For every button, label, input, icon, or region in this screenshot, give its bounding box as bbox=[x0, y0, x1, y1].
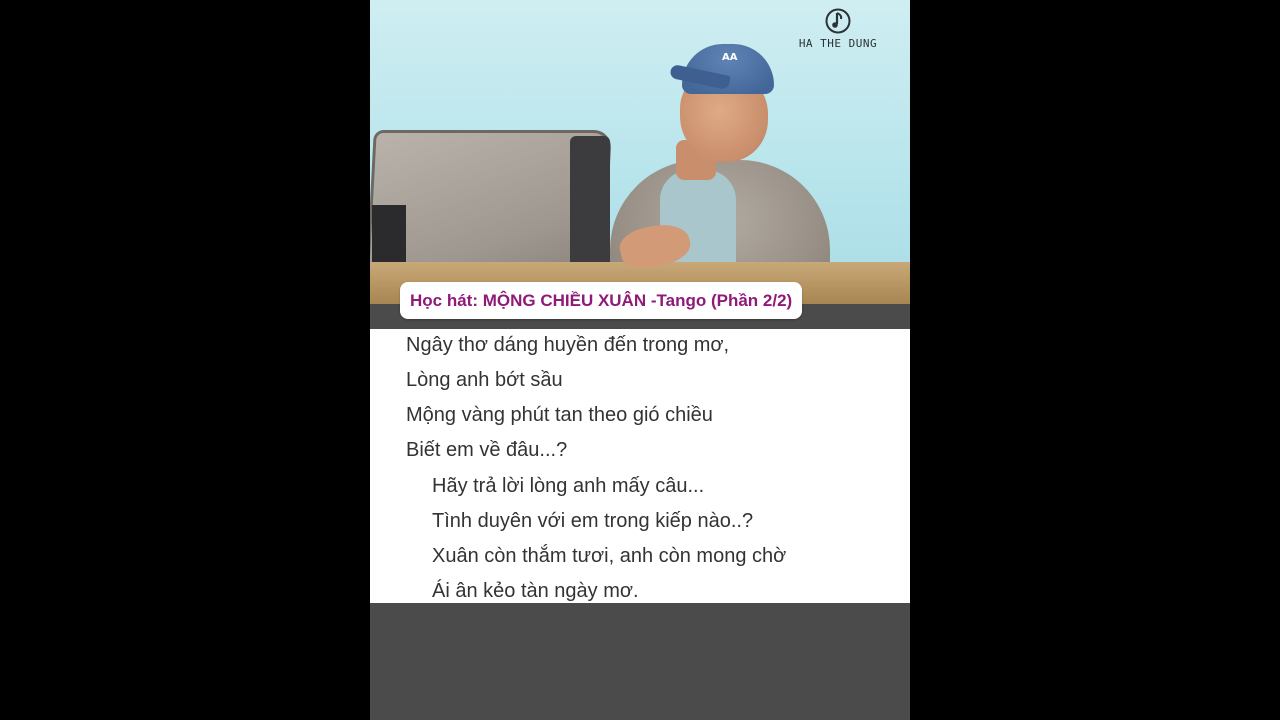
lyric-line: Xuân còn thắm tươi, anh còn mong chờ bbox=[432, 545, 787, 567]
watermark-text: HA THE DUNG bbox=[798, 37, 878, 50]
lyric-line: Mộng vàng phút tan theo gió chiều bbox=[406, 404, 713, 426]
lyric-line: Tình duyên với em trong kiếp nào..? bbox=[432, 510, 754, 532]
lyric-line: Lòng anh bớt sầu bbox=[406, 369, 563, 391]
laptop-edge bbox=[570, 136, 610, 268]
lyric-line: Biết em về đâu...? bbox=[406, 439, 568, 461]
lesson-title: Học hát: MỘNG CHIỀU XUÂN -Tango (Phần 2/… bbox=[410, 290, 793, 310]
cap-logo: AA bbox=[722, 52, 738, 63]
lyric-line: Ái ân kẻo tàn ngày mơ. bbox=[432, 580, 639, 602]
camera-scene: AA HA THE DUNG bbox=[370, 0, 910, 304]
lesson-title-banner: Học hát: MỘNG CHIỀU XUÂN -Tango (Phần 2/… bbox=[400, 282, 803, 319]
channel-watermark: HA THE DUNG bbox=[798, 8, 878, 50]
video-frame[interactable]: AA HA THE DUNG Học hát: MỘNG CHIỀU XUÂN … bbox=[370, 0, 910, 720]
lyric-line: Ngây thơ dáng huyền đến trong mơ, bbox=[406, 334, 730, 356]
lyric-line: Hãy trả lời lòng anh mấy câu... bbox=[432, 475, 705, 497]
lyrics-panel: Ngây thơ dáng huyền đến trong mơ, Lòng a… bbox=[370, 329, 910, 603]
music-note-icon bbox=[825, 8, 851, 34]
